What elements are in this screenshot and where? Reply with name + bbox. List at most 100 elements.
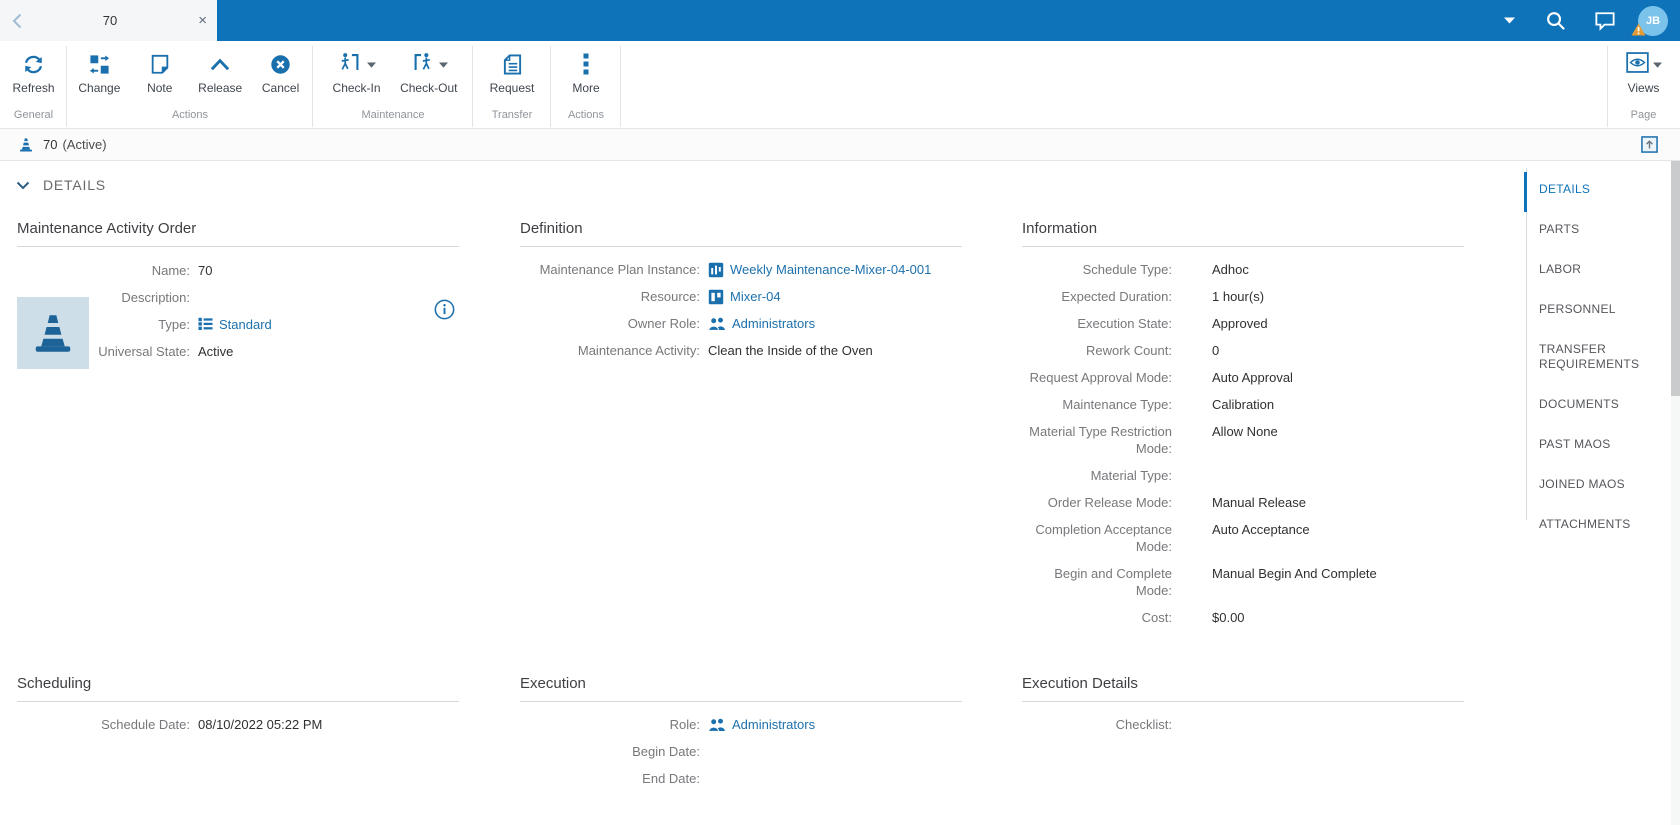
field-value: Adhoc [1212,261,1249,278]
views-eye-icon [1626,52,1649,76]
tab-title[interactable]: 70 [60,13,160,28]
field-label: Maintenance Plan Instance: [520,261,700,278]
field-maintenance-plan-instance: Maintenance Plan Instance: Weekly Mainte… [520,261,962,278]
field-role: Role: Administrators [520,716,962,733]
field-label: Schedule Type: [1022,261,1172,278]
nav-item-labor[interactable]: LABOR [1539,262,1649,277]
vertical-scrollbar[interactable] [1671,161,1680,825]
field-value: Calibration [1212,396,1274,413]
panel-title: Information [1022,220,1464,247]
field-value: Manual Begin And Complete [1212,565,1377,582]
field-request-approval-mode: Request Approval Mode: Auto Approval [1022,369,1464,386]
field-label: Material Type Restriction Mode: [1022,423,1172,457]
field-label: Checklist: [1022,716,1172,733]
nav-item-joined-maos[interactable]: JOINED MAOS [1539,477,1649,492]
panel-maintenance-activity-order: Maintenance Activity Order Name: 70 Desc… [17,220,459,370]
field-checklist: Checklist: [1022,716,1464,733]
warning-badge-icon [1631,23,1646,39]
toolbar-button-label: Change [78,81,120,95]
cancel-button[interactable]: Cancel [253,50,309,95]
field-label: Cost: [1022,609,1172,626]
nav-item-past-maos[interactable]: PAST MAOS [1539,437,1649,452]
toolbar-group-label: General [0,109,67,128]
nav-item-documents[interactable]: DOCUMENTS [1539,397,1649,412]
toolbar-button-label: Check-In [333,81,381,95]
info-icon[interactable] [434,299,455,320]
resource-link[interactable]: Mixer-04 [730,288,781,305]
note-button[interactable]: Note [132,50,188,95]
field-label: Maintenance Activity: [520,342,700,359]
field-value: Auto Acceptance [1212,521,1310,538]
field-schedule-date: Schedule Date: 08/10/2022 05:22 PM [17,716,459,733]
field-value: Allow None [1212,423,1278,440]
field-execution-state: Execution State: Approved [1022,315,1464,332]
field-label: End Date: [520,770,700,787]
toolbar-button-label: More [572,81,599,95]
type-link[interactable]: Standard [219,316,272,333]
check-in-button[interactable]: Check-In [329,50,385,95]
field-expected-duration: Expected Duration: 1 hour(s) [1022,288,1464,305]
toolbar-button-label: Request [490,81,535,95]
nav-item-details[interactable]: DETAILS [1539,182,1649,197]
top-bar: JB [0,0,1680,41]
check-out-button[interactable]: Check-Out [400,50,457,95]
change-button[interactable]: Change [71,50,127,95]
note-icon [149,50,171,78]
maintenance-plan-instance-link[interactable]: Weekly Maintenance-Mixer-04-001 [730,261,931,278]
tab-strip: 70 × [0,0,217,41]
chevron-down-icon [439,57,448,71]
order-image [17,297,89,369]
toolbar-group-label: Actions [551,109,621,128]
execution-role-link[interactable]: Administrators [732,716,815,733]
toolbar-group-page: Views Page [1607,41,1680,128]
owner-role-link[interactable]: Administrators [732,315,815,332]
toolbar-group-label: Transfer [473,109,551,128]
expand-panel-icon[interactable] [1641,136,1658,153]
field-label: Name: [17,262,190,279]
panel-title: Execution [520,675,962,702]
more-icon [583,50,589,78]
toolbar-spacer [621,41,1607,128]
nav-item-attachments[interactable]: ATTACHMENTS [1539,517,1649,532]
field-label: Execution State: [1022,315,1172,332]
nav-item-parts[interactable]: PARTS [1539,222,1649,237]
field-label: Completion Acceptance Mode: [1022,521,1172,555]
request-button[interactable]: Request [484,50,540,95]
panel-title: Definition [520,220,962,247]
cancel-icon [269,50,292,78]
panel-title: Scheduling [17,675,459,702]
ribbon-toolbar: Refresh General Change Note [0,41,1680,128]
tab-close-icon[interactable]: × [198,13,207,28]
check-in-icon [338,51,363,77]
field-value: 0 [1212,342,1219,359]
chevron-down-icon [16,181,30,190]
field-label: Maintenance Type: [1022,396,1172,413]
release-button[interactable]: Release [192,50,248,95]
field-maintenance-type: Maintenance Type: Calibration [1022,396,1464,413]
field-value: Active [198,343,233,360]
refresh-button[interactable]: Refresh [6,50,62,95]
panel-execution-details: Execution Details Checklist: [1022,675,1464,743]
nav-item-personnel[interactable]: PERSONNEL [1539,302,1649,317]
back-chevron-icon[interactable] [0,0,34,41]
tab-list-chevron-down-icon[interactable] [1504,17,1515,24]
avatar-initials: JB [1646,15,1660,27]
avatar[interactable]: JB [1638,6,1668,36]
maintenance-order-cone-icon [18,137,34,153]
field-maintenance-activity: Maintenance Activity: Clean the Inside o… [520,342,962,359]
record-state: (Active) [62,137,106,152]
field-owner-role: Owner Role: Administrators [520,315,962,332]
panel-information: Information Schedule Type: Adhoc Expecte… [1022,220,1464,636]
scrollbar-thumb[interactable] [1671,161,1680,396]
nav-item-transfer-requirements[interactable]: TRANSFER REQUIREMENTS [1539,342,1649,372]
views-button[interactable]: Views [1616,50,1672,95]
field-rework-count: Rework Count: 0 [1022,342,1464,359]
search-icon[interactable] [1545,10,1566,31]
more-button[interactable]: More [558,50,614,95]
details-section-toggle[interactable]: DETAILS [16,177,106,193]
chat-icon[interactable] [1594,11,1616,31]
field-name: Name: 70 [17,262,459,279]
field-label: Begin Date: [520,743,700,760]
field-label: Begin and Complete Mode: [1022,565,1172,599]
details-section-title: DETAILS [43,177,106,193]
